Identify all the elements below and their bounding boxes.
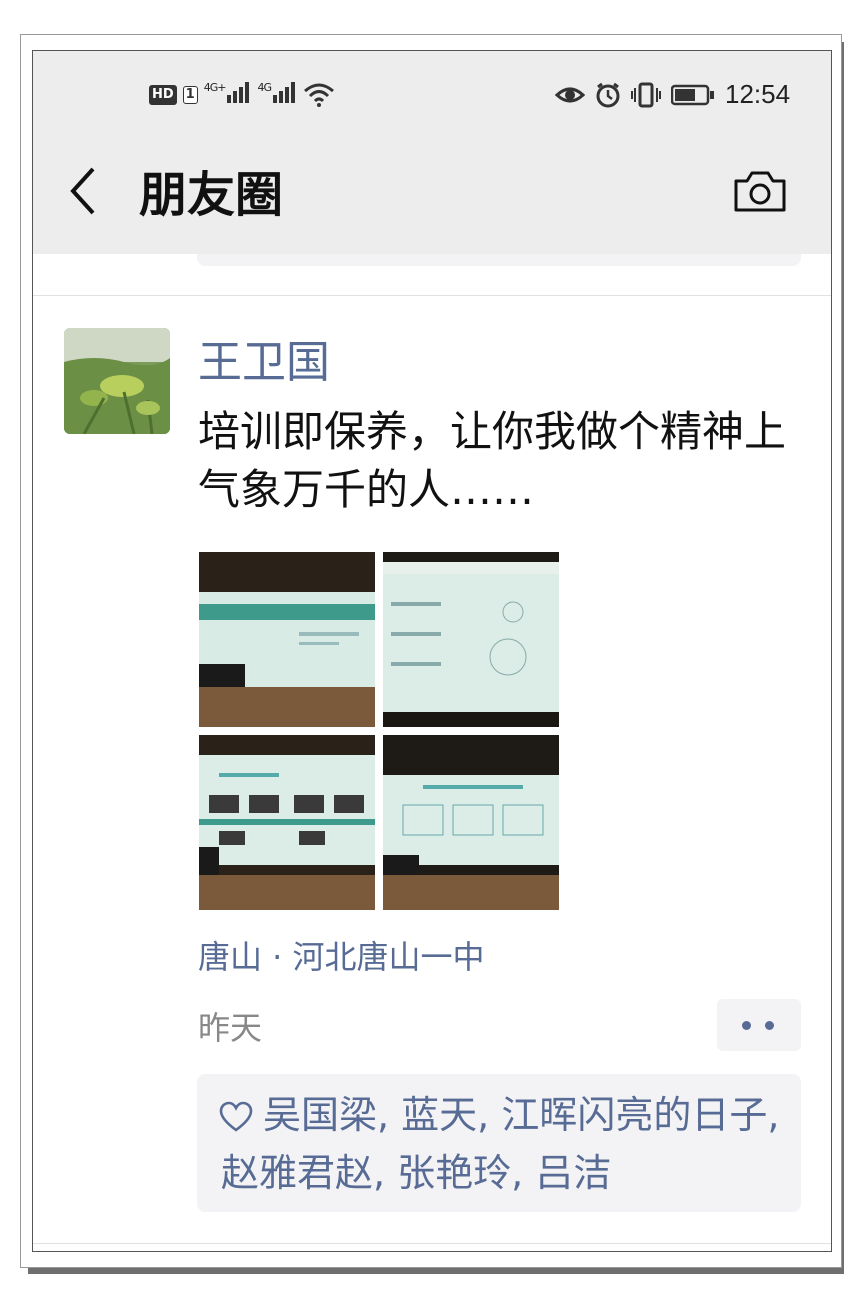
previous-post-comment-box [197,254,801,266]
likes-list[interactable]: 吴国梁, 蓝天, 江晖闪亮的日子, 赵雅君赵, 张艳玲, 吕洁 [221,1086,781,1202]
signal-icon-2: 4G [257,81,297,108]
page-title: 朋友圈 [139,167,284,223]
divider [33,1243,831,1244]
signal-icon: 4G+ [204,81,252,108]
phone-screen: HD 1 4G+ 4G 12:54 朋友圈 王卫国 培训即保养，让你我做个精神上… [32,50,832,1252]
status-bar: HD 1 4G+ 4G 12:54 [33,79,831,119]
dot-icon [742,1021,751,1030]
network-label-2: 4G [257,81,271,94]
wifi-icon [304,83,334,107]
vibrate-icon [631,82,661,107]
avatar[interactable] [64,328,170,434]
hd-icon: HD [149,84,177,105]
alarm-icon [596,82,620,107]
dot-icon [765,1021,774,1030]
chevron-left-icon[interactable] [67,163,107,223]
eye-icon [555,87,585,102]
battery-icon [671,84,714,105]
clock: 12:54 [725,79,791,109]
network-label-1: 4G+ [203,81,227,94]
photo-grid [199,552,559,910]
nav-bar: 朋友圈 [33,151,831,241]
post-text: 培训即保养，让你我做个精神上气象万千的人…… [198,407,787,514]
sim-icon: 1 [182,85,198,104]
post-time: 昨天 [198,1009,263,1047]
post-author[interactable]: 王卫国 [198,335,330,391]
photo-4[interactable] [383,735,559,910]
status-right: 12:54 [555,79,790,110]
likes-box: 吴国梁, 蓝天, 江晖闪亮的日子, 赵雅君赵, 张艳玲, 吕洁 [197,1074,801,1212]
status-left: HD 1 4G+ 4G [149,81,335,108]
post-location[interactable]: 唐山 · 河北唐山一中 [198,935,485,979]
photo-3[interactable] [199,735,375,910]
photo-1[interactable] [199,552,375,727]
camera-icon[interactable] [733,169,787,213]
top-bar: HD 1 4G+ 4G 12:54 朋友圈 [33,51,831,254]
divider [33,295,831,296]
photo-2[interactable] [383,552,559,727]
more-actions-button[interactable] [717,999,801,1051]
